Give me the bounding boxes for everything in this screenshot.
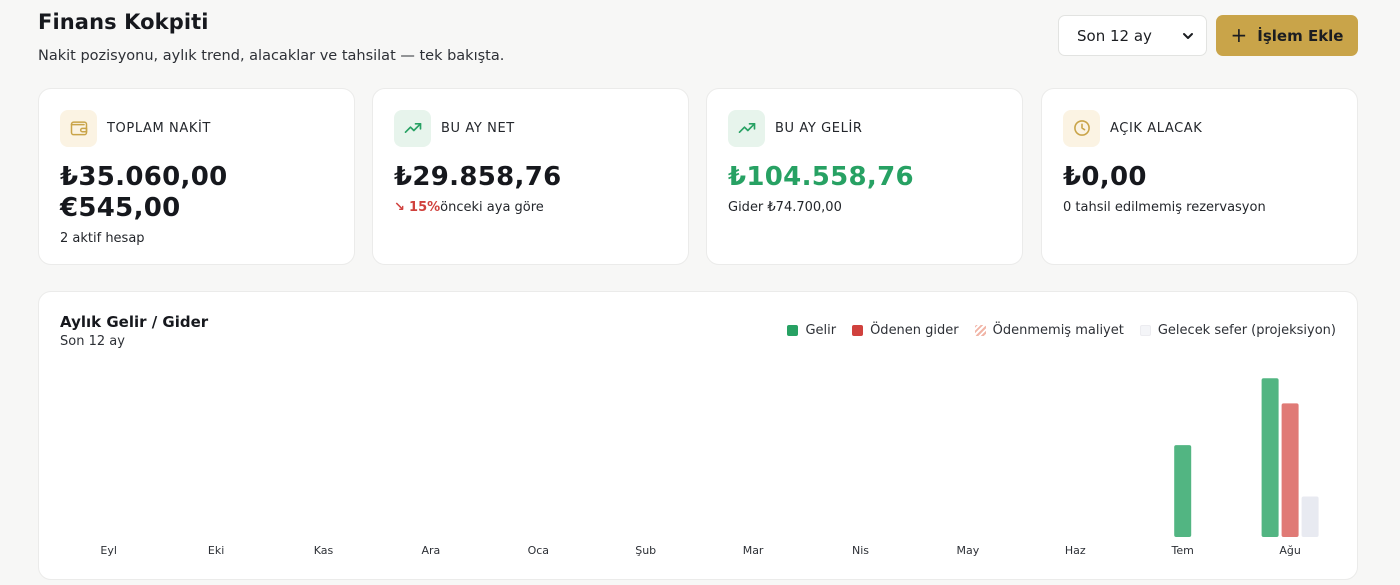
plus-icon: + — [1230, 22, 1248, 47]
legend-item-future[interactable]: Gelecek sefer (projeksiyon) — [1139, 323, 1336, 338]
chart-legend: Gelir Ödenen gider Ödenmemiş maliyet Gel… — [787, 323, 1336, 338]
add-transaction-button[interactable]: + İşlem Ekle — [1216, 15, 1358, 56]
change-text: önceki aya göre — [440, 200, 544, 215]
legend-swatch — [1139, 325, 1151, 336]
chart-subtitle: Son 12 ay — [60, 334, 125, 349]
x-tick-label: Kas — [314, 544, 334, 557]
x-tick-label: Eki — [208, 544, 224, 557]
legend-swatch — [852, 325, 864, 336]
x-tick-label: Oca — [528, 544, 549, 557]
legend-swatch — [974, 325, 986, 336]
legend-swatch — [787, 325, 799, 336]
clock-icon — [1063, 109, 1100, 147]
wallet-icon — [60, 109, 97, 147]
chevron-down-icon — [1183, 32, 1193, 39]
page-title: Finans Kokpiti — [38, 10, 209, 34]
legend-item-paid[interactable]: Ödenen gider — [852, 323, 959, 338]
open-receivable-card: AÇIK ALACAK ₺0,00 0 tahsil edilmemiş rez… — [1041, 88, 1358, 265]
card-subtext: 2 aktif hesap — [60, 231, 145, 246]
legend-label: Ödenen gider — [870, 323, 959, 338]
x-tick-label: Şub — [635, 544, 656, 557]
add-transaction-label: İşlem Ekle — [1257, 26, 1344, 45]
x-tick-label: Haz — [1065, 544, 1086, 557]
monthly-chart-panel: Eyl Eki Kas Ara Oca Şub Mar Nis May Haz Tem Ağu Ayl… — [38, 291, 1358, 580]
page-header: Finans Kokpiti Nakit pozisyonu, aylık tr… — [38, 10, 504, 64]
legend-label: Gelir — [805, 323, 837, 338]
arrow-down-right-icon: ↘ — [394, 200, 405, 215]
card-label: AÇIK ALACAK — [1110, 120, 1203, 136]
x-tick-label: Nis — [852, 544, 869, 557]
card-subtext: 0 tahsil edilmemiş rezervasyon — [1063, 200, 1266, 215]
x-tick-label: Tem — [1171, 544, 1194, 557]
change-percent: 15% — [409, 200, 441, 215]
month-net-card: BU AY NET ₺29.858,76 ↘ 15%önceki aya gör… — [372, 88, 689, 265]
month-income-card: BU AY GELİR ₺104.558,76 Gider ₺74.700,00 — [706, 88, 1023, 265]
card-label: TOPLAM NAKİT — [107, 120, 211, 136]
net-change: ↘ 15%önceki aya göre — [394, 200, 667, 215]
net-value: ₺29.858,76 — [394, 162, 562, 192]
x-tick-label: Ara — [422, 544, 441, 557]
total-cash-card: TOPLAM NAKİT ₺35.060,00 €545,00 2 aktif … — [38, 88, 355, 265]
paid-expense-bar[interactable] — [1281, 403, 1299, 537]
trending-up-icon — [728, 109, 765, 147]
legend-label: Gelecek sefer (projeksiyon) — [1157, 323, 1336, 338]
card-label: BU AY NET — [441, 120, 515, 136]
legend-label: Ödenmemiş maliyet — [992, 323, 1124, 338]
income-value: ₺104.558,76 — [728, 162, 914, 192]
income-bar[interactable] — [1174, 445, 1192, 537]
receivable-value: ₺0,00 — [1063, 162, 1147, 192]
x-tick-label: Ağu — [1279, 544, 1300, 557]
legend-item-income[interactable]: Gelir — [787, 323, 836, 338]
x-tick-label: May — [957, 544, 980, 557]
page-subtitle: Nakit pozisyonu, aylık trend, alacaklar … — [38, 48, 505, 64]
trending-up-icon — [394, 109, 431, 147]
legend-item-unpaid[interactable]: Ödenmemiş maliyet — [974, 323, 1124, 338]
card-label: BU AY GELİR — [775, 120, 863, 136]
x-tick-label: Eyl — [100, 544, 117, 557]
cash-value-eur: €545,00 — [60, 193, 181, 223]
period-select-value: Son 12 ay — [1077, 26, 1152, 45]
projection-bar[interactable] — [1301, 496, 1319, 537]
x-tick-label: Mar — [743, 544, 764, 557]
card-subtext: Gider ₺74.700,00 — [728, 200, 842, 215]
period-select[interactable]: Son 12 ay — [1058, 15, 1207, 56]
income-bar[interactable] — [1261, 378, 1279, 537]
chart-title: Aylık Gelir / Gider — [60, 313, 209, 331]
cash-value-try: ₺35.060,00 — [60, 162, 228, 192]
